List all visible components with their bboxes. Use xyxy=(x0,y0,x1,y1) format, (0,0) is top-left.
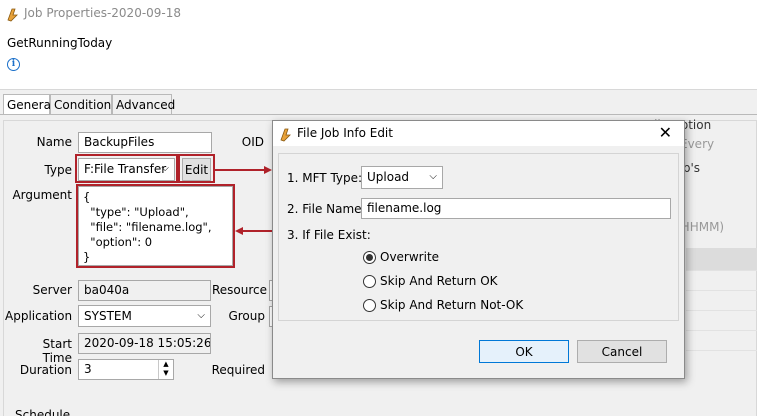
start-time-label: Start Time xyxy=(42,337,72,365)
duration-value: 3 xyxy=(84,362,92,376)
close-icon[interactable]: ✕ xyxy=(659,123,672,142)
edit-highlight xyxy=(178,154,215,183)
radio-skip-not-ok[interactable] xyxy=(363,299,376,312)
duration-label: Duration xyxy=(19,363,72,377)
name-label: Name xyxy=(36,135,72,149)
option-skip-ok-label: Skip And Return OK xyxy=(380,274,498,288)
server-field[interactable]: ba040a xyxy=(78,280,211,301)
app-icon xyxy=(7,8,18,22)
argument-highlight xyxy=(76,184,235,268)
table-divider xyxy=(686,290,757,291)
dialog-form-group: 1. MFT Type: Upload ⌵ 2. File Name: file… xyxy=(278,153,679,321)
file-job-info-dialog: File Job Info Edit ✕ 1. MFT Type: Upload… xyxy=(272,120,685,379)
name-field[interactable]: BackupFiles xyxy=(78,132,212,153)
option-overwrite[interactable]: Overwrite xyxy=(363,250,523,266)
resource-label: Resource xyxy=(212,283,268,297)
mft-type-label: 1. MFT Type: xyxy=(287,171,363,185)
oid-label: OID xyxy=(241,135,264,149)
dialog-titlebar: File Job Info Edit ✕ xyxy=(273,121,684,146)
app-icon xyxy=(280,128,291,142)
tab-general[interactable]: General xyxy=(3,94,54,116)
type-highlight xyxy=(75,154,178,183)
window-titlebar: Job Properties-2020-09-18 xyxy=(0,0,757,28)
duration-spin-buttons[interactable]: ▲ ▼ xyxy=(158,360,173,379)
edit-arrow-head xyxy=(264,166,272,174)
type-label: Type xyxy=(44,163,72,177)
job-header: GetRunningToday i xyxy=(0,28,757,90)
option-skip-not-ok[interactable]: Skip And Return Not-OK xyxy=(363,298,563,314)
every-label: Every xyxy=(680,137,715,151)
option-skip-ok[interactable]: Skip And Return OK xyxy=(363,274,543,290)
application-select[interactable]: SYSTEM ⌵ xyxy=(78,305,211,327)
tab-condition[interactable]: Condition xyxy=(50,94,112,115)
group-label: Group xyxy=(228,309,265,323)
ok-button[interactable]: OK xyxy=(479,340,569,363)
table-divider xyxy=(686,270,757,271)
schedule-label: Schedule xyxy=(15,408,71,416)
file-name-label: 2. File Name: xyxy=(287,202,366,216)
application-label: Application xyxy=(5,309,73,323)
radio-overwrite[interactable] xyxy=(363,251,376,264)
mft-type-value: Upload xyxy=(367,170,410,184)
option-overwrite-label: Overwrite xyxy=(380,250,440,264)
required-label: Required xyxy=(211,363,265,377)
dialog-title: File Job Info Edit xyxy=(297,126,393,140)
table-header-row xyxy=(686,248,757,270)
argument-arrow-line xyxy=(243,230,273,232)
window-title: Job Properties-2020-09-18 xyxy=(24,6,182,20)
edit-arrow-line xyxy=(215,169,265,171)
info-icon[interactable]: i xyxy=(7,58,20,71)
server-label: Server xyxy=(32,283,72,297)
application-select-value: SYSTEM xyxy=(84,309,132,323)
table-divider xyxy=(686,350,757,351)
cancel-button[interactable]: Cancel xyxy=(577,340,667,363)
chevron-down-icon: ⌵ xyxy=(429,171,437,182)
table-divider xyxy=(686,330,757,331)
option-skip-not-ok-label: Skip And Return Not-OK xyxy=(380,298,524,312)
if-exist-label: 3. If File Exist: xyxy=(287,228,371,242)
job-name: GetRunningToday xyxy=(7,36,113,50)
tab-advanced[interactable]: Advanced xyxy=(112,94,175,115)
start-time-field[interactable]: 2020-09-18 15:05:26 xyxy=(78,333,211,354)
chevron-down-icon: ⌵ xyxy=(197,310,205,321)
argument-label: Argument xyxy=(12,188,72,202)
table-divider xyxy=(686,310,757,311)
file-name-input[interactable]: filename.log xyxy=(361,198,671,219)
radio-skip-ok[interactable] xyxy=(363,275,376,288)
mft-type-select[interactable]: Upload ⌵ xyxy=(361,166,443,189)
argument-arrow-head xyxy=(235,227,243,235)
